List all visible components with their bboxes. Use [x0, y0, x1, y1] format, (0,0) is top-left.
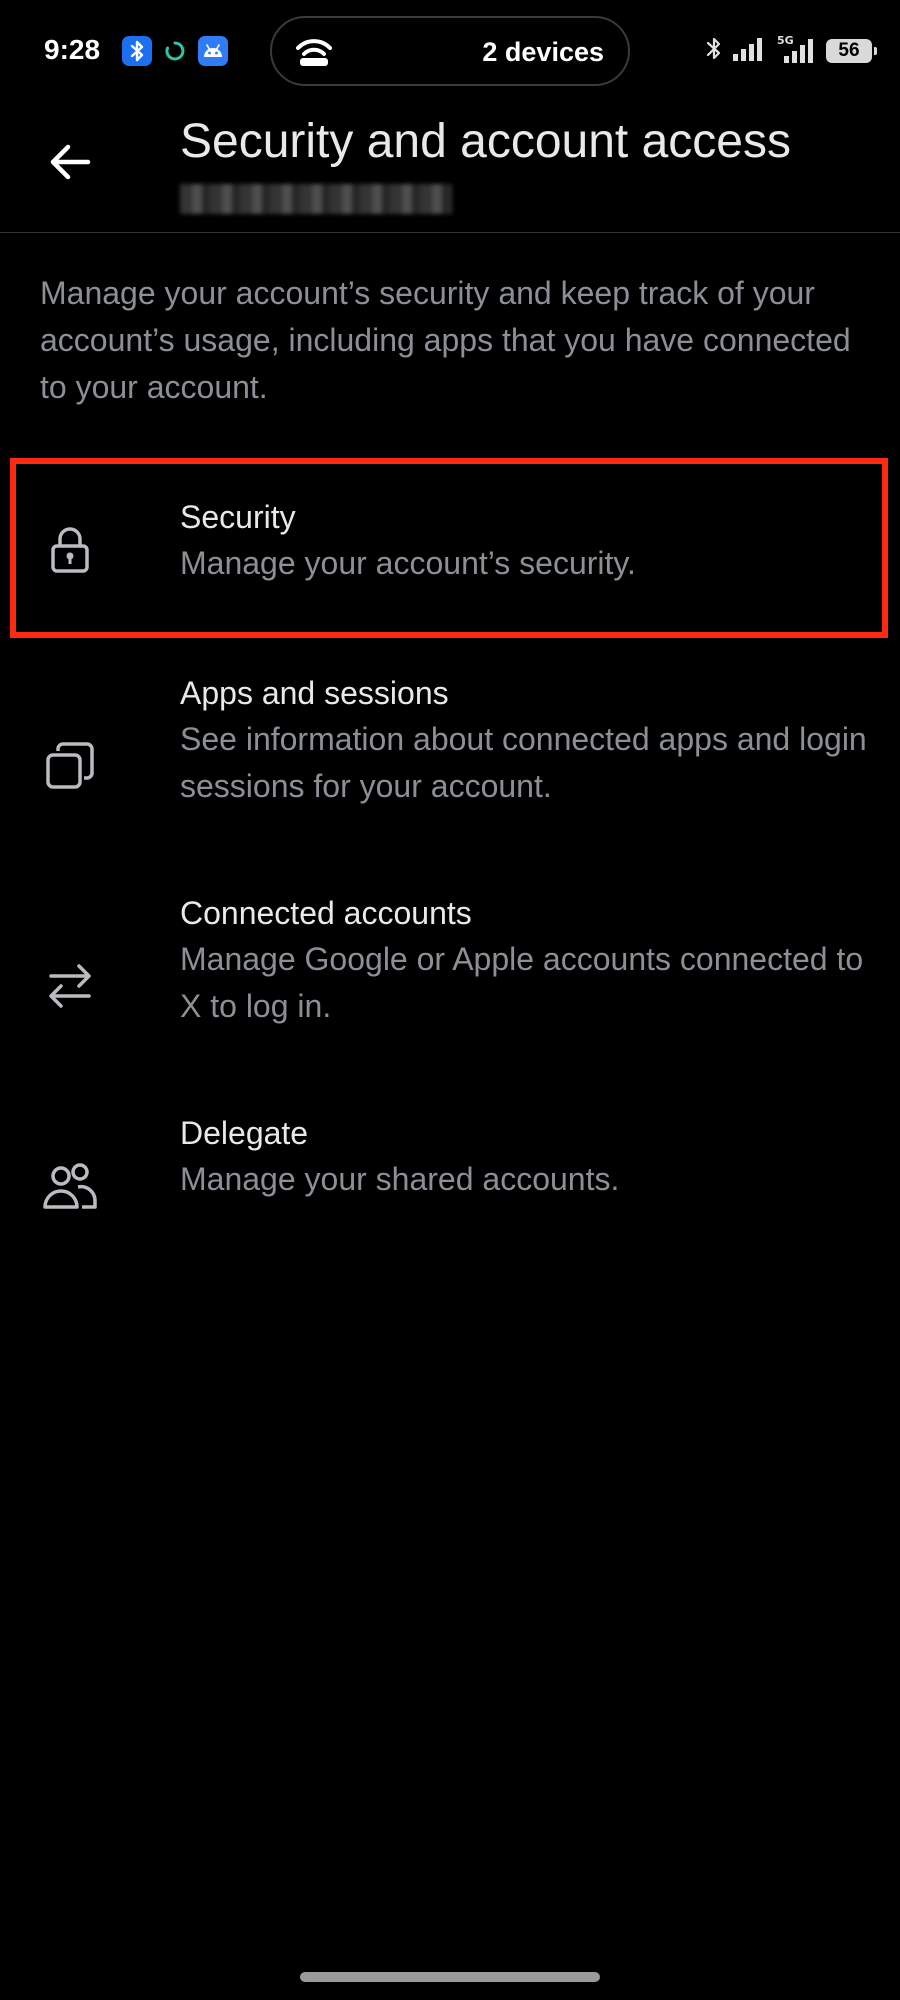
status-bar: 9:28 2 devices 5G 56 [0, 0, 900, 104]
signal-icon [732, 36, 766, 67]
page-title: Security and account access [180, 115, 791, 168]
menu-item-security[interactable]: Security Manage your account’s security. [0, 460, 900, 640]
network-type-label: 5G [777, 34, 794, 47]
back-button[interactable] [40, 134, 100, 194]
menu-item-subtitle: See information about connected apps and… [180, 721, 867, 804]
app-header: Security and account access [0, 104, 900, 233]
status-time: 9:28 [44, 34, 101, 65]
android-app-icon [198, 36, 228, 66]
hotspot-icon [294, 34, 334, 73]
menu-item-subtitle: Manage your account’s security. [180, 545, 636, 581]
menu-item-subtitle: Manage Google or Apple accounts connecte… [180, 941, 864, 1024]
intro-description: Manage your account’s security and keep … [40, 275, 851, 405]
copy-windows-icon [40, 736, 100, 796]
status-indicators: 5G 56 [706, 34, 877, 69]
menu-item-apps-and-sessions[interactable]: Apps and sessions See information about … [0, 650, 900, 840]
menu-item-text: Security Manage your account’s security. [180, 494, 870, 587]
menu-item-title: Security [180, 499, 296, 535]
blurred-username [180, 184, 452, 214]
gesture-navigation-bar[interactable] [300, 1972, 600, 1982]
signal-5g-icon: 5G [776, 34, 816, 69]
menu-item-title: Delegate [180, 1115, 309, 1151]
devices-count-label: 2 devices [482, 37, 604, 67]
swap-arrows-icon [40, 956, 100, 1016]
menu-item-delegate[interactable]: Delegate Manage your shared accounts. [0, 1090, 900, 1240]
lock-icon [40, 520, 100, 580]
people-icon [40, 1156, 100, 1216]
menu-item-subtitle: Manage your shared accounts. [180, 1161, 620, 1197]
connected-devices-pill[interactable]: 2 devices [270, 16, 630, 86]
menu-item-title: Apps and sessions [180, 675, 449, 711]
menu-item-connected-accounts[interactable]: Connected accounts Manage Google or Appl… [0, 870, 900, 1060]
menu-item-text: Apps and sessions See information about … [180, 670, 870, 810]
menu-item-text: Connected accounts Manage Google or Appl… [180, 890, 870, 1030]
battery-icon: 56 [826, 39, 877, 63]
bluetooth-app-icon [122, 36, 152, 66]
menu-item-title: Connected accounts [180, 895, 472, 931]
menu-item-text: Delegate Manage your shared accounts. [180, 1110, 870, 1203]
sync-icon [160, 36, 190, 66]
arrow-left-icon [48, 142, 92, 187]
bluetooth-icon [706, 36, 722, 67]
battery-level: 56 [838, 40, 860, 61]
